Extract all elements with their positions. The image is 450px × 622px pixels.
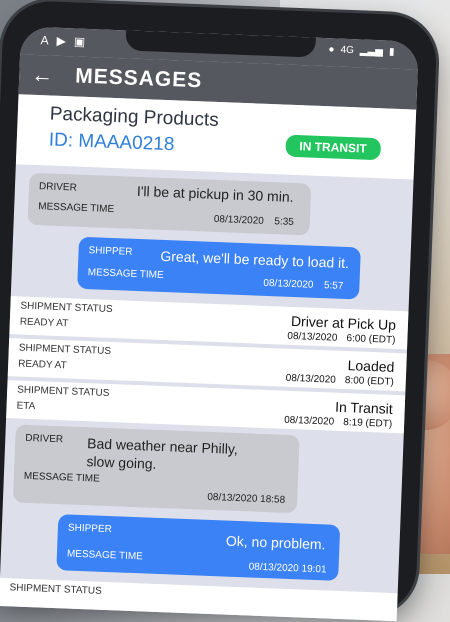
message-text: Great, we'll be ready to load it.	[160, 247, 350, 272]
message-date: 08/13/2020 18:58	[207, 491, 286, 506]
status-sublabel: READY AT	[17, 358, 67, 372]
message-time-label: MESSAGE TIME	[23, 470, 100, 485]
status-value: Driver at Pick Up	[290, 312, 397, 333]
message-feed[interactable]: DRIVER I'll be at pickup in 30 min. MESS…	[0, 164, 414, 622]
status-label: SHIPMENT STATUS	[18, 342, 112, 358]
status-badge: IN TRANSIT	[285, 134, 382, 161]
status-time: 8:00 (EDT)	[344, 375, 394, 388]
message-time-label: MESSAGE TIME	[38, 201, 115, 216]
message-role: DRIVER	[25, 432, 64, 446]
message-date: 08/13/2020	[213, 213, 265, 227]
phone-frame: A ▶ ▣ ● 4G ▂▃▅ ▮ ← MESSAGES Packaging Pr…	[0, 0, 438, 622]
message-bubble-shipper: SHIPPER Great, we'll be ready to load it…	[77, 236, 361, 300]
message-time: 5:57	[323, 280, 344, 292]
message-role: DRIVER	[38, 181, 77, 194]
message-bubble-shipper: SHIPPER Ok, no problem. MESSAGE TIME 08/…	[56, 514, 341, 581]
battery-icon: ▮	[388, 46, 395, 58]
play-store-icon: ▶	[56, 33, 67, 49]
status-sublabel: ETA	[16, 400, 36, 413]
status-left-icons: A ▶ ▣	[40, 33, 85, 49]
status-label: SHIPMENT STATUS	[20, 300, 113, 316]
message-bubble-driver: DRIVER Bad weather near Philly, slow goi…	[12, 424, 300, 514]
page-title: MESSAGES	[74, 64, 203, 93]
message-role: SHIPPER	[88, 245, 133, 258]
message-bubble-driver: DRIVER I'll be at pickup in 30 min. MESS…	[27, 172, 312, 236]
message-text: Ok, no problem.	[225, 532, 326, 553]
status-date: 08/13/2020	[285, 372, 337, 386]
signal-icon: ▂▃▅	[359, 45, 384, 58]
network-label: 4G	[340, 44, 355, 57]
message-role: SHIPPER	[67, 522, 113, 536]
message-time: 5:35	[274, 216, 295, 228]
message-date: 08/13/2020	[263, 277, 314, 291]
status-value: Loaded	[347, 357, 395, 375]
status-right-icons: ● 4G ▂▃▅ ▮	[328, 44, 394, 58]
status-label: SHIPMENT STATUS	[16, 384, 110, 399]
message-text-line2: slow going.	[86, 453, 157, 472]
gallery-icon: ▣	[73, 34, 86, 49]
location-icon: ●	[328, 44, 335, 56]
message-date: 08/13/2020 19:01	[248, 561, 327, 576]
message-text: I'll be at pickup in 30 min.	[136, 182, 294, 205]
status-time: 6:00 (EDT)	[346, 333, 396, 346]
message-time-label: MESSAGE TIME	[66, 548, 144, 563]
status-label: SHIPMENT STATUS	[9, 582, 102, 597]
status-value: In Transit	[334, 398, 394, 417]
back-arrow-icon[interactable]: ←	[19, 61, 66, 89]
status-date: 08/13/2020	[287, 330, 338, 344]
status-row: SHIPMENT STATUS	[0, 577, 398, 622]
message-time-label: MESSAGE TIME	[87, 267, 164, 281]
status-time: 8:19 (EDT)	[343, 417, 393, 430]
status-date: 08/13/2020	[283, 414, 335, 428]
status-sublabel: READY AT	[19, 316, 69, 330]
camera-notch	[125, 30, 316, 58]
phone-screen: A ▶ ▣ ● 4G ▂▃▅ ▮ ← MESSAGES Packaging Pr…	[0, 26, 419, 622]
app-notification-icon: A	[40, 33, 49, 48]
